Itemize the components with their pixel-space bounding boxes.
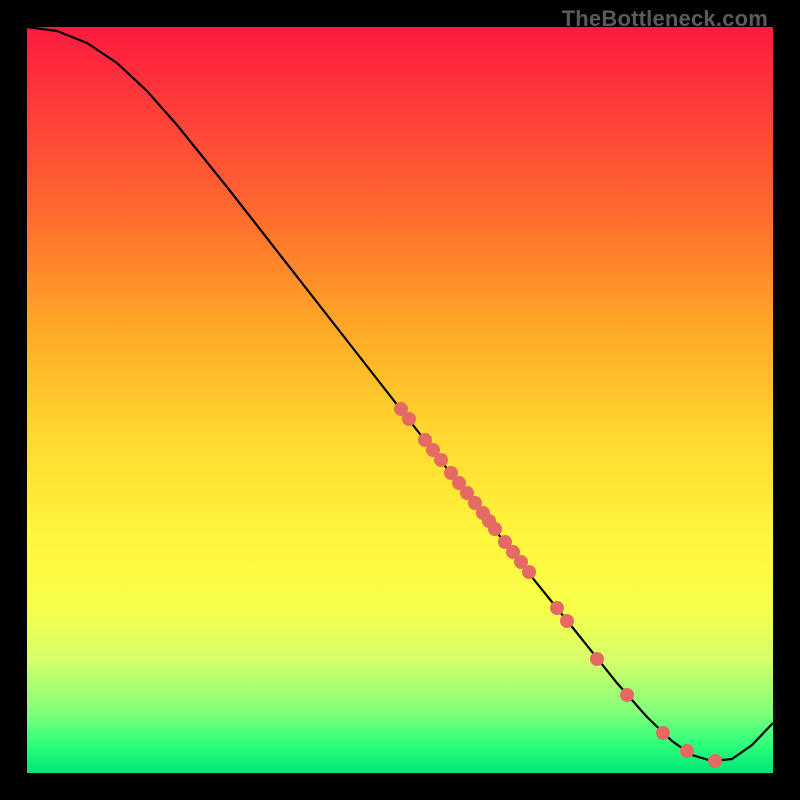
data-point xyxy=(620,688,634,702)
data-point xyxy=(708,754,722,768)
data-point xyxy=(560,614,574,628)
data-point xyxy=(550,601,564,615)
bottleneck-curve xyxy=(27,27,773,761)
plot-area xyxy=(27,27,773,773)
watermark-text: TheBottleneck.com xyxy=(562,6,768,32)
data-point xyxy=(680,744,694,758)
chart-frame: TheBottleneck.com xyxy=(0,0,800,800)
data-point xyxy=(590,652,604,666)
data-point xyxy=(522,565,536,579)
data-point xyxy=(434,453,448,467)
curve-layer xyxy=(27,27,773,773)
data-point xyxy=(402,412,416,426)
data-point xyxy=(656,726,670,740)
data-point xyxy=(488,522,502,536)
